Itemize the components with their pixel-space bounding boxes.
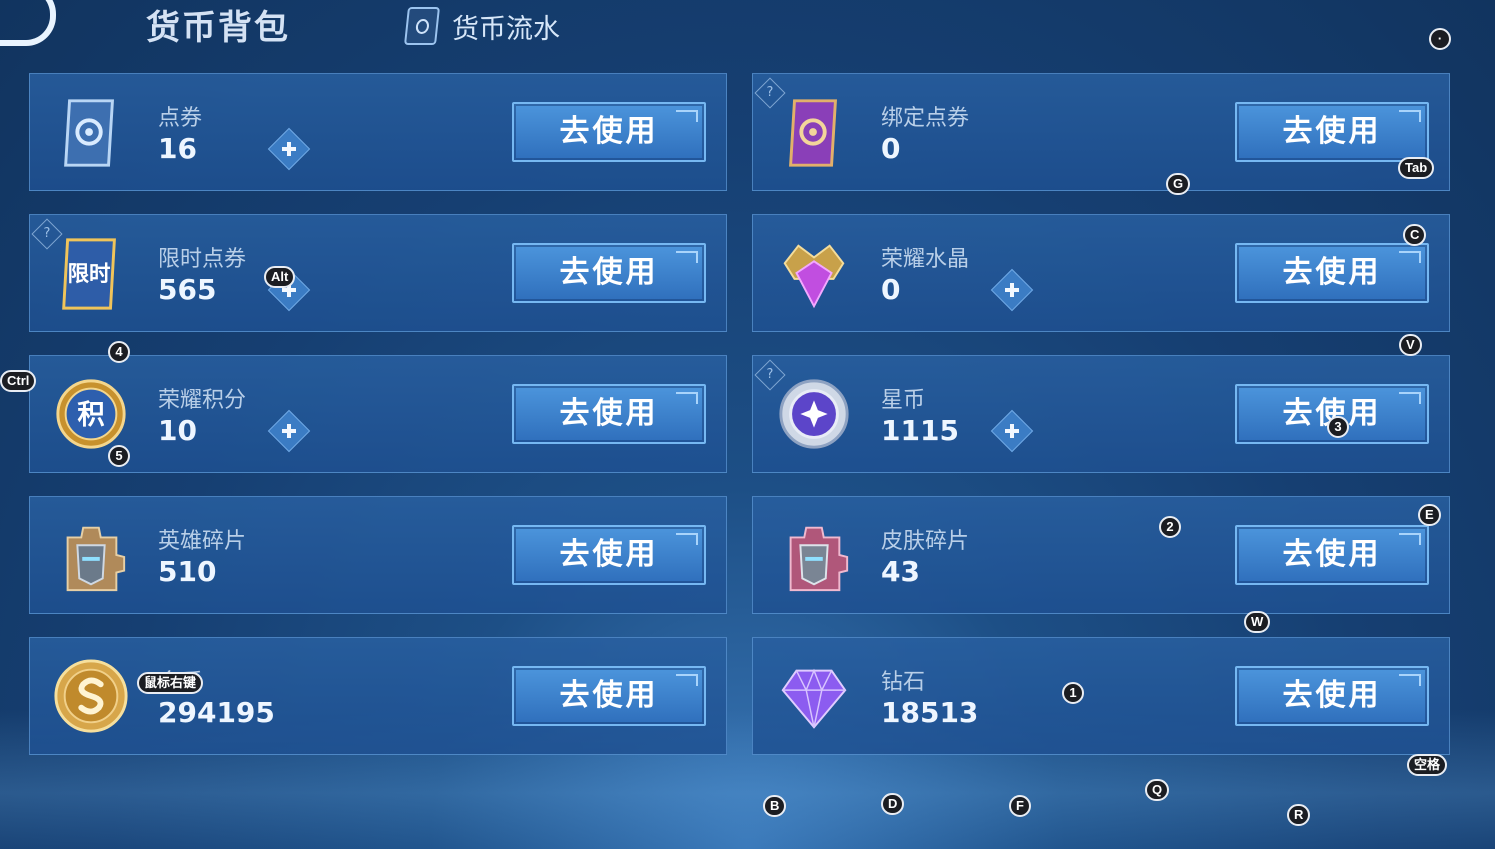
- hotkey-hint-4: 4: [108, 341, 130, 363]
- crystal-icon: [783, 244, 845, 309]
- currency-value: 0: [881, 132, 901, 165]
- hotkey-hint-e: E: [1418, 504, 1441, 526]
- hotkey-hint-tab: Tab: [1398, 157, 1435, 179]
- hotkey-hint-f: F: [1009, 795, 1031, 817]
- points-icon: 积: [56, 379, 126, 449]
- currency-value: 16: [158, 132, 197, 165]
- hotkey-hint-q: Q: [1145, 779, 1170, 801]
- plus-icon[interactable]: [990, 268, 1034, 312]
- currency-name: 荣耀积分: [158, 388, 247, 413]
- hotkey-hint-w: W: [1244, 611, 1271, 633]
- use-button[interactable]: 去使用: [1235, 243, 1429, 303]
- hotkey-hint-3: 3: [1327, 416, 1349, 438]
- currency-value: 1115: [881, 414, 959, 447]
- use-button[interactable]: 去使用: [512, 243, 706, 303]
- currency-card-bound-voucher: ? 绑定点券 0 去使用: [752, 73, 1450, 191]
- limited-voucher-icon: 限时: [62, 238, 116, 310]
- tab-currency-flow[interactable]: 货币流水: [404, 6, 560, 46]
- currency-card-gold: 金币 294195 去使用: [29, 637, 727, 755]
- star-coin-icon: [779, 379, 849, 449]
- hotkey-hint-2: 2: [1159, 516, 1181, 538]
- currency-name: 英雄碎片: [158, 529, 247, 554]
- hotkey-hint-dot: ·: [1429, 28, 1451, 50]
- currency-name: 星币: [881, 388, 926, 413]
- use-button[interactable]: 去使用: [1235, 666, 1429, 726]
- hotkey-hint-5: 5: [108, 445, 130, 467]
- currency-name: 荣耀水晶: [881, 247, 970, 272]
- page-title: 货币背包: [146, 8, 290, 48]
- hotkey-hint-g: G: [1166, 173, 1191, 195]
- bound-voucher-icon: [789, 99, 838, 167]
- hotkey-hint-v: V: [1399, 334, 1422, 356]
- use-button[interactable]: 去使用: [1235, 525, 1429, 585]
- svg-text:积: 积: [77, 400, 104, 431]
- currency-card-hero-fragment: 英雄碎片 510 去使用: [29, 496, 727, 614]
- currency-name: 钻石: [881, 670, 926, 695]
- currency-value: 0: [881, 273, 901, 306]
- hotkey-hint-right-click: 鼠标右键: [137, 672, 204, 694]
- use-button[interactable]: 去使用: [512, 102, 706, 162]
- currency-card-limited-voucher: ? 限时 限时点券 565 去使用: [29, 214, 727, 332]
- svg-text:限时: 限时: [68, 262, 111, 287]
- currency-card-voucher: 点券 16 去使用: [29, 73, 727, 191]
- plus-icon[interactable]: [990, 409, 1034, 453]
- gold-coin-icon: [54, 659, 128, 733]
- currency-name: 皮肤碎片: [881, 529, 970, 554]
- hotkey-hint-space: 空格: [1407, 754, 1448, 776]
- skin-fragment-icon: [789, 526, 849, 592]
- currency-value: 510: [158, 555, 217, 588]
- currency-name: 绑定点券: [881, 106, 970, 131]
- card-icon: [404, 7, 440, 45]
- plus-icon[interactable]: [267, 409, 311, 453]
- currency-value: 43: [881, 555, 920, 588]
- use-button[interactable]: 去使用: [512, 525, 706, 585]
- hero-fragment-icon: [66, 526, 126, 592]
- currency-name: 点券: [158, 106, 203, 131]
- use-button[interactable]: 去使用: [512, 666, 706, 726]
- tab-currency-flow-label: 货币流水: [452, 13, 560, 45]
- voucher-icon: [64, 99, 115, 167]
- currency-value: 294195: [158, 696, 275, 729]
- currency-card-diamond: 钻石 18513 去使用: [752, 637, 1450, 755]
- currency-name: 限时点券: [158, 247, 247, 272]
- diamond-icon: [781, 668, 847, 729]
- currency-card-star-coin: ? 星币 1115 去使用: [752, 355, 1450, 473]
- hotkey-hint-1: 1: [1062, 682, 1084, 704]
- currency-value: 18513: [881, 696, 979, 729]
- currency-value: 565: [158, 273, 217, 306]
- currency-card-glory-points: 积 荣耀积分 10 去使用: [29, 355, 727, 473]
- back-button[interactable]: [0, 0, 56, 46]
- currency-value: 10: [158, 414, 197, 447]
- use-button[interactable]: 去使用: [512, 384, 706, 444]
- hotkey-hint-ctrl: Ctrl: [0, 370, 37, 392]
- hotkey-hint-alt: Alt: [264, 266, 296, 288]
- currency-card-glory-crystal: 荣耀水晶 0 去使用: [752, 214, 1450, 332]
- plus-icon[interactable]: [267, 127, 311, 171]
- use-button[interactable]: 去使用: [1235, 102, 1429, 162]
- currency-card-skin-fragment: 皮肤碎片 43 去使用: [752, 496, 1450, 614]
